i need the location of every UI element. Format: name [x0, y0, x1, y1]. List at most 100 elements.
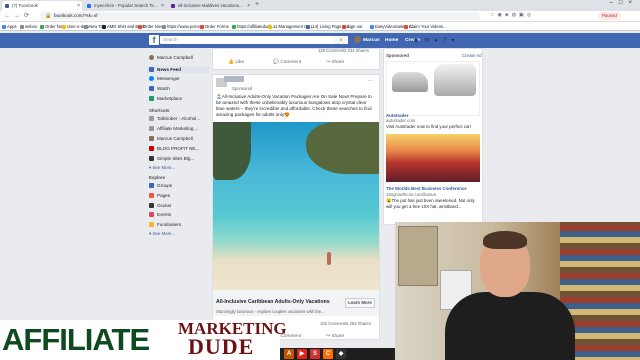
- close-tab-icon[interactable]: ×: [247, 1, 250, 11]
- taskbar-app-icon[interactable]: A: [284, 349, 294, 359]
- ad-domain: 10xgrowthcon.com/bonus: [386, 192, 437, 197]
- tab-popular-search[interactable]: myeeches - Popular Search Te... ×: [84, 1, 166, 11]
- page-icon: [149, 136, 154, 141]
- sponsored-label[interactable]: Sponsored: [232, 86, 252, 91]
- bookmark-icon: [102, 25, 106, 29]
- logo-dude: DUDE: [188, 334, 255, 359]
- bookmark-icon: [20, 25, 24, 29]
- ad-title[interactable]: The Worlds Best Business Conference: [386, 186, 467, 191]
- bookmark-icon: [162, 25, 166, 29]
- sidebar-user[interactable]: Marcus Campbell: [149, 55, 193, 60]
- logo-affiliate: AFFILIATE: [2, 322, 150, 357]
- share-button[interactable]: ↪ Share: [326, 60, 344, 65]
- facebook-logo-icon[interactable]: f: [149, 35, 159, 45]
- site-favicon-icon: [171, 4, 175, 8]
- pages-icon: [149, 193, 154, 198]
- link-description: Stunningly luxurious - explore couples v…: [216, 309, 325, 314]
- bookmark-item[interactable]: Sign out: [342, 23, 362, 30]
- fundraisers-icon: [149, 222, 154, 227]
- shortcut-item[interactable]: TalkSober - Alcohol...: [149, 116, 200, 121]
- bookmark-icon: [306, 25, 310, 29]
- news-feed-icon: [149, 67, 154, 72]
- explore-item-pages[interactable]: Pages: [149, 193, 170, 198]
- new-tab-button[interactable]: +: [255, 1, 259, 8]
- groups-icon: [149, 183, 154, 188]
- page-icon: [149, 126, 154, 131]
- post-stats[interactable]: 128 Comments 234 Shares: [318, 48, 369, 53]
- ad-domain: autotrader.com: [386, 118, 416, 123]
- bookmark-icon: [232, 25, 236, 29]
- car-image: [434, 64, 476, 96]
- home-link[interactable]: Home: [385, 38, 398, 43]
- window-controls[interactable]: –□×: [610, 0, 638, 6]
- shortcuts-header: Shortcuts: [149, 108, 170, 113]
- sidebar-item-news-feed[interactable]: News Feed: [149, 67, 181, 72]
- sidebar-item-watch[interactable]: Watch: [149, 86, 170, 91]
- sidebar-item-marketplace[interactable]: Marketplace: [149, 96, 182, 101]
- explore-item-events[interactable]: Events: [149, 212, 171, 217]
- explore-item-fundraisers[interactable]: Fundraisers: [149, 222, 181, 227]
- tab-facebook[interactable]: (7) Facebook ×: [2, 1, 82, 11]
- search-icon[interactable]: ⌕: [334, 36, 348, 44]
- page-icon: [149, 116, 154, 121]
- bookmark-icon: [62, 25, 66, 29]
- facebook-search-input[interactable]: Search: [160, 36, 334, 44]
- beach-person: [327, 252, 331, 265]
- shortcut-item[interactable]: BLOG PROFIT NE...: [149, 146, 199, 151]
- ad-image-conference[interactable]: [386, 134, 480, 182]
- taskbar-app-icon[interactable]: S: [310, 349, 320, 359]
- facebook-nav-icons[interactable]: ☻✉●?▾: [413, 37, 459, 44]
- sponsored-header: Sponsored: [386, 53, 409, 58]
- profile-link[interactable]: Marcus: [363, 38, 380, 43]
- taskbar-app-icon[interactable]: ▶: [297, 349, 307, 359]
- page-icon: [149, 156, 154, 161]
- profile-paused-button[interactable]: Paused: [598, 12, 621, 20]
- link-title[interactable]: All-Inclusive Caribbean Adults-Only Vaca…: [216, 299, 330, 305]
- taskbar-app-icon[interactable]: C: [323, 349, 333, 359]
- watch-icon: [149, 86, 154, 91]
- post-options-icon[interactable]: ···: [368, 78, 373, 84]
- avatar[interactable]: [354, 36, 361, 43]
- see-more-shortcuts[interactable]: ▾ See More...: [149, 165, 175, 171]
- tab-maldives[interactable]: all-inclusive Maldives vacations... ×: [168, 1, 252, 11]
- lock-icon: 🔒: [45, 13, 52, 19]
- presenter-hair: [483, 231, 527, 249]
- learn-more-button[interactable]: Learn More: [345, 298, 375, 308]
- shortcut-item[interactable]: Simple Sites Blg...: [149, 156, 194, 161]
- sidebar-item-messenger[interactable]: Messenger: [149, 76, 180, 81]
- bookmark-icon: [268, 25, 272, 29]
- events-icon: [149, 212, 154, 217]
- url-field[interactable]: 🔒 facebook.com/?sk=nf: [40, 12, 480, 20]
- post-stats[interactable]: 102 Comments 284 Shares: [320, 321, 371, 326]
- like-button[interactable]: 👍 Like: [228, 60, 244, 65]
- explore-item-groups[interactable]: Groups: [149, 183, 172, 188]
- bookmark-item[interactable]: Claim Your Videos...: [404, 23, 447, 30]
- close-tab-icon[interactable]: ×: [77, 1, 80, 11]
- bookmark-item[interactable]: Order Now: [138, 23, 163, 30]
- bookmark-item[interactable]: webox: [20, 23, 37, 30]
- ad-description: will you get a free 10X hat, wristband..…: [386, 204, 462, 209]
- page-name-redacted[interactable]: [224, 76, 244, 82]
- explore-item-oculus[interactable]: Oculus: [149, 203, 171, 208]
- extension-icons[interactable]: ☆◉◈◍▣◎: [490, 12, 534, 18]
- taskbar-app-icon[interactable]: ◆: [336, 349, 346, 359]
- bookmark-item[interactable]: Apps: [2, 23, 17, 30]
- bookmark-item[interactable]: Order Forms: [200, 23, 229, 30]
- see-more-explore[interactable]: ▾ See More...: [149, 231, 175, 237]
- bookmark-icon: [40, 25, 44, 29]
- shortcut-item[interactable]: Affiliate Marketing ...: [149, 126, 199, 131]
- bookmark-icon: [2, 25, 6, 29]
- ad-description: Visit Autotrader now to find your perfec…: [386, 124, 472, 129]
- nav-buttons[interactable]: ←→⟳: [4, 12, 33, 19]
- explore-header: Explore: [149, 175, 166, 180]
- shortcut-item[interactable]: Marcus Campbell: [149, 136, 193, 141]
- close-tab-icon[interactable]: ×: [161, 1, 164, 11]
- oculus-icon: [149, 203, 154, 208]
- bookmark-icon: [200, 25, 204, 29]
- site-favicon-icon: [87, 4, 91, 8]
- island-left: [213, 122, 251, 180]
- share-button[interactable]: ↪ Share: [326, 334, 344, 339]
- create-ad-link[interactable]: Create Ad: [462, 53, 482, 58]
- comment-button[interactable]: 💬 Comment: [273, 60, 301, 65]
- bookmark-icon: [138, 25, 142, 29]
